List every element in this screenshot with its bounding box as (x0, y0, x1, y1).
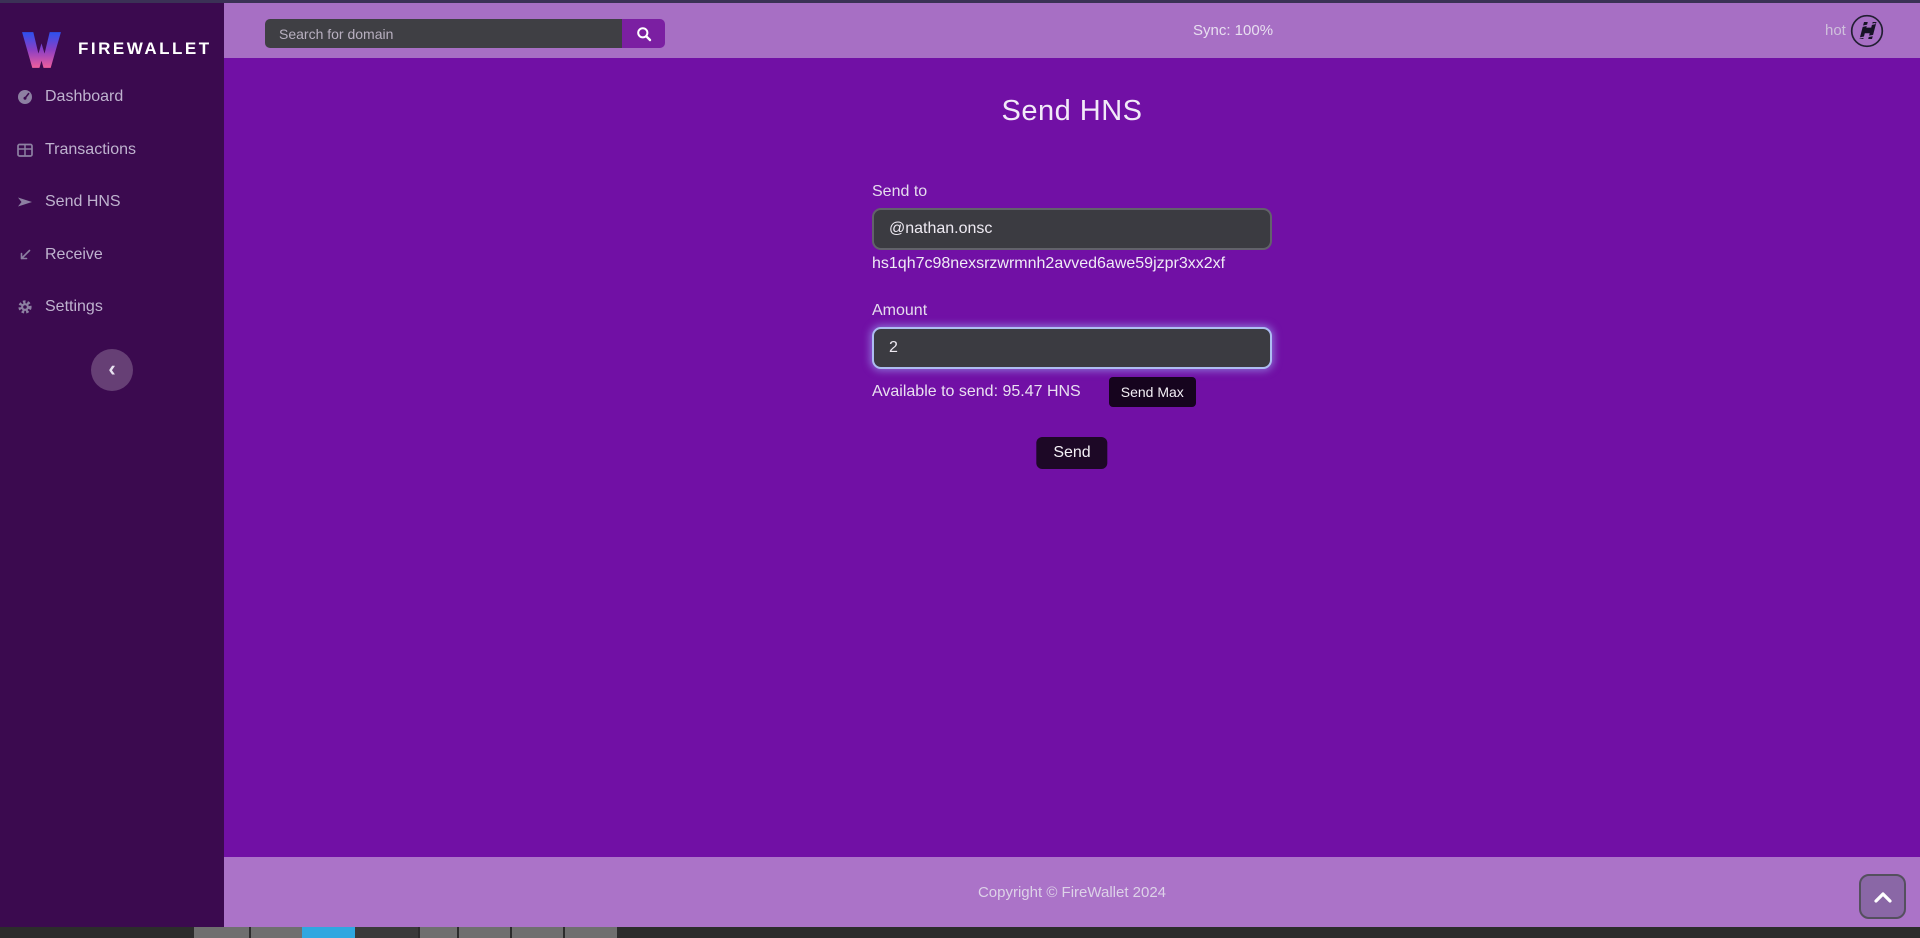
sidebar-item-transactions[interactable]: Transactions (0, 124, 224, 177)
taskbar-segment (617, 927, 1920, 938)
scroll-to-top-button[interactable] (1859, 874, 1906, 919)
chevron-left-icon: ‹ (108, 358, 115, 380)
taskbar-segment (565, 927, 617, 938)
sidebar-item-label: Transactions (45, 141, 136, 159)
amount-input[interactable] (872, 327, 1272, 369)
available-row: Available to send: 95.47 HNS Send Max (872, 377, 1352, 407)
receive-icon (17, 247, 33, 263)
taskbar-segment (302, 927, 355, 938)
transactions-icon (17, 142, 33, 158)
search-button[interactable] (622, 19, 665, 48)
available-balance-text: Available to send: 95.47 HNS (872, 383, 1081, 401)
sidebar-item-label: Receive (45, 246, 103, 264)
taskbar-edge (0, 927, 1920, 938)
send-to-label: Send to (872, 183, 927, 201)
sidebar-item-label: Send HNS (45, 193, 121, 211)
send-to-input[interactable] (872, 208, 1272, 250)
main-content: Send HNS Send to hs1qh7c98nexsrzwrmnh2av… (224, 58, 1920, 857)
sidebar-item-label: Dashboard (45, 88, 123, 106)
footer: Copyright © FireWallet 2024 (224, 857, 1920, 927)
copyright-text: Copyright © FireWallet 2024 (978, 884, 1166, 901)
sidebar-item-receive[interactable]: Receive (0, 229, 224, 282)
sidebar-item-dashboard[interactable]: Dashboard (0, 71, 224, 124)
top-bar: Sync: 100% hot (224, 3, 1920, 58)
brand[interactable]: FIREWALLET (0, 3, 224, 78)
chevron-up-icon (1874, 891, 1892, 903)
amount-label: Amount (872, 302, 927, 320)
taskbar-segment (251, 927, 302, 938)
handshake-logo-icon[interactable] (1850, 14, 1884, 48)
dashboard-icon (17, 89, 33, 105)
taskbar-segment (420, 927, 457, 938)
sidebar-nav: Dashboard Transactions Send HNS Receive (0, 71, 224, 334)
sidebar-collapse-button[interactable]: ‹ (91, 349, 133, 391)
sync-status: Sync: 100% (1193, 3, 1273, 58)
send-icon (17, 194, 33, 210)
send-max-button[interactable]: Send Max (1109, 377, 1196, 407)
sidebar-item-label: Settings (45, 298, 103, 316)
search-icon (636, 26, 652, 42)
firewallet-logo-icon (19, 27, 64, 72)
taskbar-segment (512, 927, 563, 938)
sidebar: FIREWALLET Dashboard Transactions Send H… (0, 3, 224, 927)
sidebar-item-settings[interactable]: Settings (0, 281, 224, 334)
send-button[interactable]: Send (1036, 437, 1107, 469)
taskbar-segment (459, 927, 510, 938)
settings-icon (17, 299, 33, 315)
sidebar-item-send-hns[interactable]: Send HNS (0, 176, 224, 229)
taskbar-segment (194, 927, 249, 938)
search-input[interactable] (265, 19, 622, 48)
page-title: Send HNS (224, 95, 1920, 128)
brand-title: FIREWALLET (78, 39, 212, 59)
window-top-edge (0, 0, 1920, 3)
wallet-name-label: hot (1825, 3, 1846, 58)
taskbar-segment (0, 927, 194, 938)
domain-search (265, 19, 665, 48)
resolved-address: hs1qh7c98nexsrzwrmnh2avved6awe59jzpr3xx2… (872, 255, 1225, 273)
taskbar-segment (355, 927, 418, 938)
